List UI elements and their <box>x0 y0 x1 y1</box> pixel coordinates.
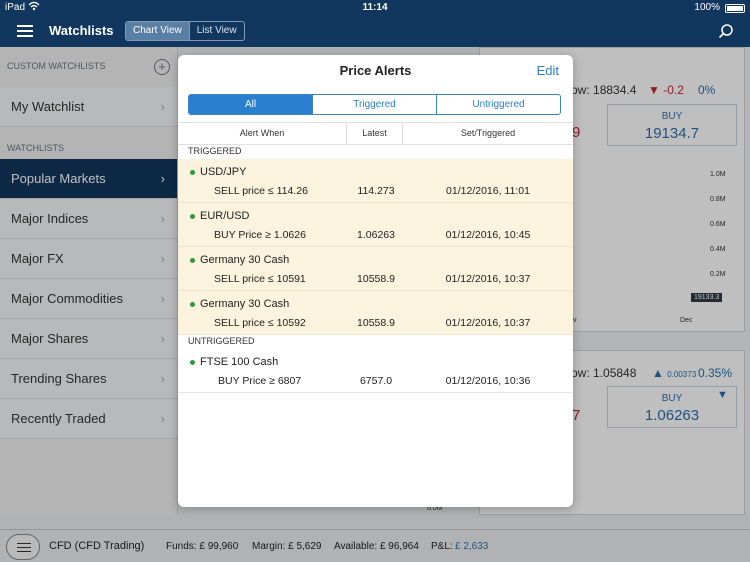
triggered-section-label: TRIGGERED <box>188 146 242 156</box>
status-dot-icon <box>190 214 195 219</box>
modal-title: Price Alerts <box>339 63 412 78</box>
filter-triggered[interactable]: Triggered <box>312 95 436 114</box>
alert-latest: 1.06263 <box>357 229 395 241</box>
status-dot-icon <box>190 258 195 263</box>
alert-latest: 10558.9 <box>357 317 395 329</box>
alert-condition: SELL price ≤ 10592 <box>214 317 306 329</box>
alert-row[interactable]: FTSE 100 Cash BUY Price ≥ 6807 6757.0 01… <box>178 349 573 393</box>
alert-filter: All Triggered Untriggered <box>188 94 561 115</box>
filter-untriggered[interactable]: Untriggered <box>436 95 560 114</box>
alert-row[interactable]: EUR/USD BUY Price ≥ 1.0626 1.06263 01/12… <box>178 203 573 247</box>
alert-time: 01/12/2016, 10:37 <box>445 273 531 285</box>
alert-time: 01/12/2016, 11:01 <box>446 185 530 197</box>
alert-instrument: Germany 30 Cash <box>200 298 290 310</box>
battery-percent: 100% <box>694 2 720 13</box>
alert-latest: 10558.9 <box>357 273 395 285</box>
untriggered-section-label: UNTRIGGERED <box>188 336 255 346</box>
status-bar: iPad 11:14 100% <box>0 0 750 16</box>
chart-view-tab[interactable]: Chart View <box>126 22 189 40</box>
alert-latest: 6757.0 <box>359 375 393 387</box>
alert-instrument: USD/JPY <box>200 166 247 178</box>
alert-row[interactable]: USD/JPY SELL price ≤ 114.26 114.273 01/1… <box>178 159 573 203</box>
alert-condition: SELL price ≤ 10591 <box>214 273 306 285</box>
column-set-triggered[interactable]: Set/Triggered <box>403 123 573 144</box>
list-view-tab[interactable]: List View <box>188 22 244 40</box>
alert-instrument: FTSE 100 Cash <box>200 356 279 368</box>
alert-instrument: Germany 30 Cash <box>200 254 290 266</box>
battery-icon <box>725 4 745 13</box>
alert-time: 01/12/2016, 10:36 <box>445 375 531 387</box>
alert-condition: BUY Price ≥ 6807 <box>218 375 302 387</box>
search-icon[interactable] <box>718 23 734 39</box>
status-dot-icon <box>190 170 195 175</box>
column-latest[interactable]: Latest <box>347 123 403 144</box>
status-dot-icon <box>190 360 195 365</box>
alert-condition: SELL price ≤ 114.26 <box>214 185 308 197</box>
alert-time: 01/12/2016, 10:37 <box>445 317 531 329</box>
alert-time: 01/12/2016, 10:45 <box>445 229 531 241</box>
alert-row[interactable]: Germany 30 Cash SELL price ≤ 10591 10558… <box>178 247 573 291</box>
status-dot-icon <box>190 302 195 307</box>
clock: 11:14 <box>362 2 388 13</box>
nav-bar: Watchlists Chart View List View <box>0 16 750 47</box>
filter-all[interactable]: All <box>189 95 312 114</box>
view-toggle: Chart View List View <box>125 21 245 41</box>
table-header: Alert When Latest Set/Triggered <box>178 122 573 145</box>
alert-condition: BUY Price ≥ 1.0626 <box>214 229 306 241</box>
menu-icon[interactable] <box>17 25 33 37</box>
alert-instrument: EUR/USD <box>200 210 250 222</box>
edit-button[interactable]: Edit <box>537 63 559 78</box>
page-title: Watchlists <box>49 23 114 38</box>
column-alert-when[interactable]: Alert When <box>178 123 347 144</box>
price-alerts-modal: Price Alerts Edit All Triggered Untrigge… <box>178 55 573 507</box>
alert-row[interactable]: Germany 30 Cash SELL price ≤ 10592 10558… <box>178 291 573 335</box>
alert-latest: 114.273 <box>357 185 395 197</box>
